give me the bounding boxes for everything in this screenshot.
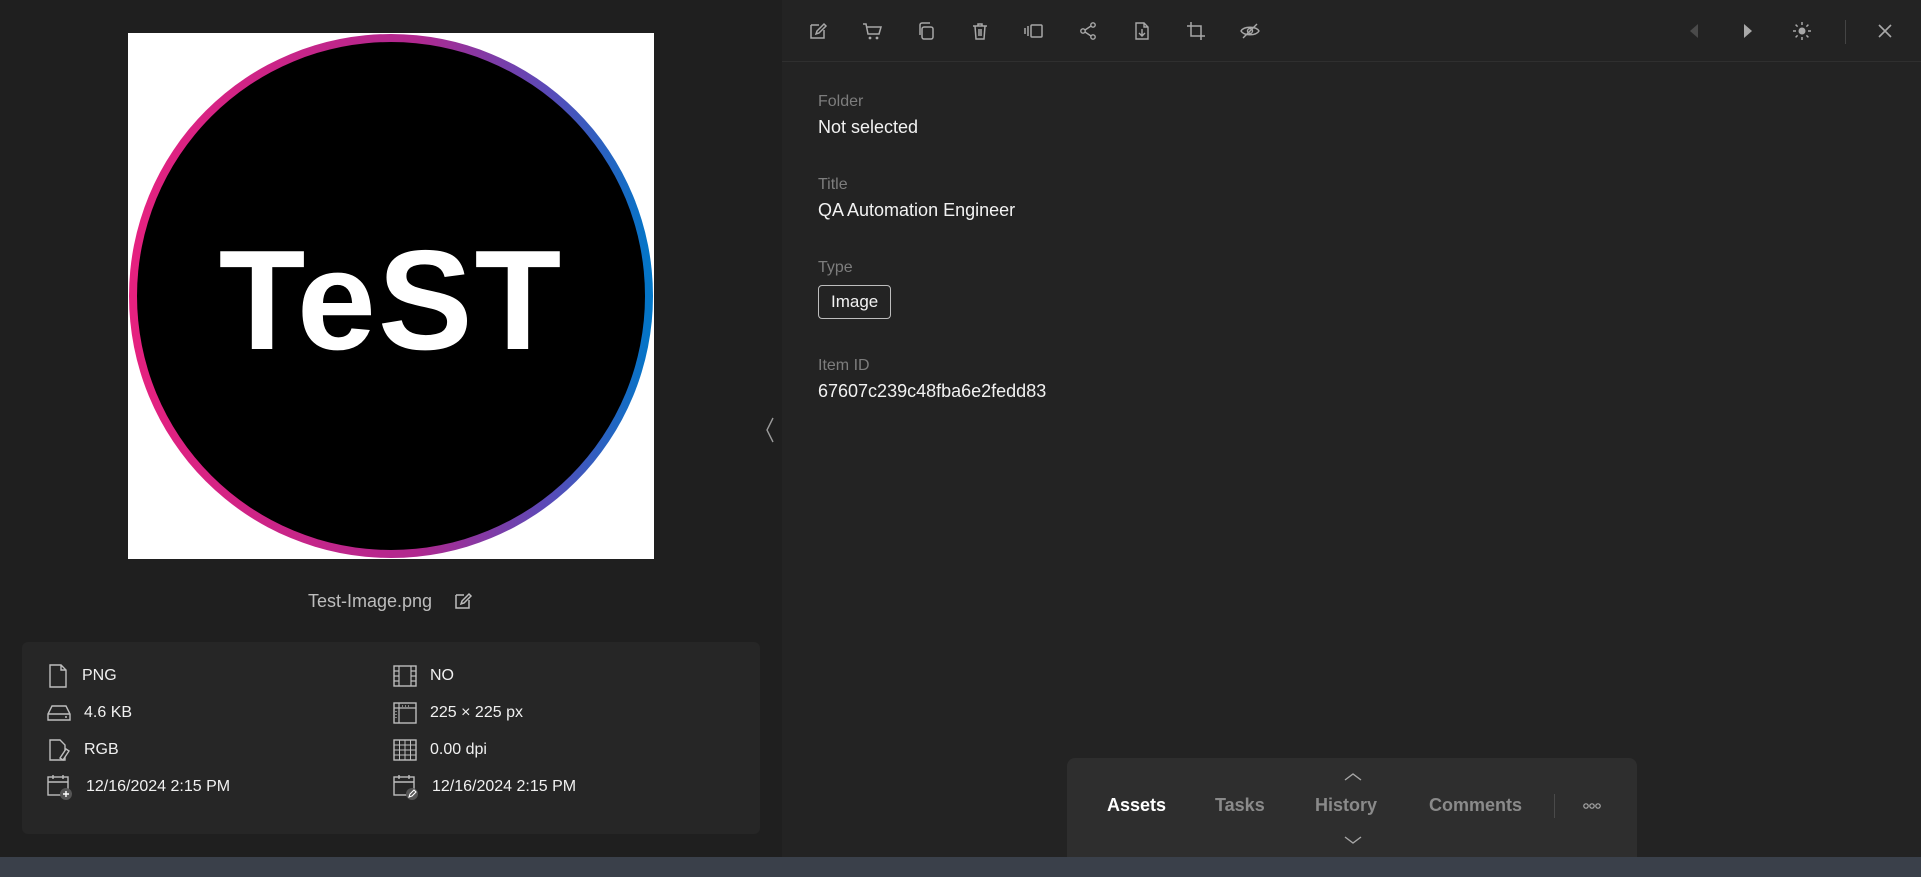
meta-dimensions-value: 225 × 225 px — [430, 704, 523, 721]
tab-assets[interactable]: Assets — [1107, 795, 1166, 816]
file-icon — [49, 664, 67, 688]
download-button[interactable] — [1128, 17, 1156, 45]
bottom-strip — [0, 857, 1921, 877]
theme-toggle-button[interactable] — [1788, 17, 1816, 45]
meta-resolution-value: 0.00 dpi — [430, 741, 487, 758]
meta-dimensions: 225 × 225 px — [392, 698, 523, 728]
copy-button[interactable] — [912, 17, 940, 45]
meta-created-value: 12/16/2024 2:15 PM — [86, 778, 231, 795]
collapse-tabs-button[interactable] — [1342, 835, 1364, 845]
meta-resolution: 0.00 dpi — [392, 735, 487, 765]
meta-format-value: PNG — [82, 667, 117, 684]
cart-icon — [863, 23, 882, 40]
tab-tasks[interactable]: Tasks — [1215, 795, 1265, 816]
dimensions-icon — [393, 702, 417, 724]
add-to-cart-button[interactable] — [858, 17, 886, 45]
prev-icon — [1690, 24, 1698, 38]
tab-divider — [1554, 794, 1555, 818]
meta-size-value: 4.6 KB — [84, 704, 133, 721]
item-id-label: Item ID — [818, 357, 870, 374]
compare-button[interactable] — [1020, 17, 1048, 45]
folder-field: Folder Not selected — [818, 93, 918, 138]
collapse-panel-handle[interactable] — [760, 414, 780, 446]
meta-size: 4.6 KB — [46, 698, 132, 728]
share-button[interactable] — [1074, 17, 1102, 45]
created-date-icon — [47, 775, 72, 800]
crop-icon — [1187, 22, 1205, 40]
item-id-field: Item ID 67607c239c48fba6e2fedd83 — [818, 357, 1046, 402]
hide-button[interactable] — [1236, 17, 1264, 45]
tab-history[interactable]: History — [1315, 795, 1377, 816]
next-button[interactable] — [1734, 17, 1762, 45]
modified-date-icon — [393, 775, 418, 800]
close-icon — [1878, 24, 1892, 38]
toolbar-divider — [1845, 20, 1846, 44]
chevron-up-icon — [1344, 773, 1362, 781]
download-icon — [1135, 22, 1149, 40]
meta-video-value: NO — [430, 667, 454, 684]
title-value[interactable]: QA Automation Engineer — [818, 200, 1015, 221]
copy-icon — [919, 22, 934, 40]
toolbar — [782, 0, 1921, 62]
storage-icon — [47, 705, 71, 721]
meta-format: PNG — [46, 661, 117, 691]
meta-modified: 12/16/2024 2:15 PM — [392, 772, 576, 802]
type-badge: Image — [818, 285, 892, 319]
logo-text: TeST — [219, 221, 564, 380]
brightness-icon — [1793, 22, 1811, 40]
type-label: Type — [818, 259, 853, 276]
edit-button[interactable] — [804, 17, 832, 45]
chevron-down-icon — [1344, 836, 1362, 844]
close-button[interactable] — [1871, 17, 1899, 45]
compare-icon — [1024, 24, 1043, 38]
share-icon — [1080, 22, 1096, 40]
grid-icon — [393, 739, 417, 761]
meta-modified-value: 12/16/2024 2:15 PM — [432, 778, 577, 795]
expand-tabs-button[interactable] — [1342, 772, 1364, 782]
next-icon — [1744, 24, 1752, 38]
edit-icon — [810, 22, 828, 39]
more-icon — [1583, 803, 1601, 809]
previous-button[interactable] — [1680, 17, 1708, 45]
delete-button[interactable] — [966, 17, 994, 45]
rename-button[interactable] — [452, 590, 474, 612]
edit-icon — [455, 592, 473, 609]
type-field: Type Image — [818, 259, 892, 319]
folder-value[interactable]: Not selected — [818, 117, 918, 138]
test-logo-image: TeST — [129, 34, 653, 558]
trash-icon — [973, 23, 987, 40]
meta-video: NO — [392, 661, 454, 691]
meta-created: 12/16/2024 2:15 PM — [46, 772, 230, 802]
chevron-left-icon — [766, 417, 774, 443]
file-name: Test-Image.png — [307, 590, 433, 611]
meta-color-mode: RGB — [46, 735, 119, 765]
details-panel: Folder Not selected Title QA Automation … — [782, 0, 1921, 857]
tab-comments[interactable]: Comments — [1429, 795, 1522, 816]
preview-panel: TeST Test-Image.png PNG 4.6 KB RGB 12/16… — [0, 0, 782, 857]
folder-label: Folder — [818, 93, 864, 110]
image-preview[interactable]: TeST — [128, 33, 654, 559]
file-metadata: PNG 4.6 KB RGB 12/16/2024 2:15 PM NO 225… — [22, 642, 760, 834]
item-id-value: 67607c239c48fba6e2fedd83 — [818, 381, 1047, 401]
color-mode-icon — [49, 739, 70, 761]
hide-icon — [1240, 23, 1260, 39]
crop-button[interactable] — [1182, 17, 1210, 45]
title-label: Title — [818, 176, 848, 193]
meta-color-mode-value: RGB — [84, 741, 119, 758]
bottom-tab-bar: Assets Tasks History Comments — [1067, 758, 1637, 857]
film-icon — [393, 665, 417, 687]
title-field: Title QA Automation Engineer — [818, 176, 1015, 221]
more-button[interactable] — [1579, 798, 1605, 814]
